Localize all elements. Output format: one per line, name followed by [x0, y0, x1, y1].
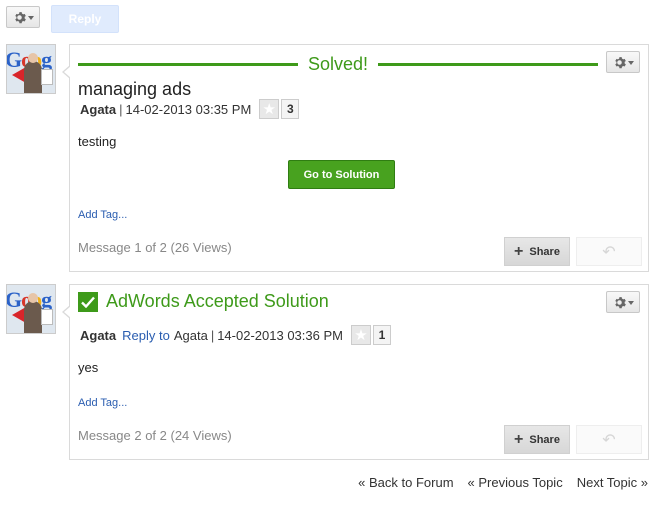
add-tag-link[interactable]: Add Tag...: [78, 397, 127, 409]
go-to-solution-button[interactable]: Go to Solution: [288, 160, 395, 189]
reply-arrow-icon: ↶: [602, 243, 616, 261]
post-options-gear-button[interactable]: [606, 51, 640, 73]
message-count: Message 2 of 2 (24 Views): [78, 428, 232, 443]
reply-post-button[interactable]: ↶: [576, 237, 642, 266]
accepted-solution-label: AdWords Accepted Solution: [106, 291, 329, 311]
message-post: AdWords Accepted Solution Agata Reply to…: [62, 284, 649, 460]
post-body: yes: [78, 360, 99, 375]
reply-to-link[interactable]: Reply to: [122, 328, 170, 343]
meta-separator: |: [119, 101, 123, 117]
add-tag-link[interactable]: Add Tag...: [78, 209, 127, 221]
message-count: Message 1 of 2 (26 Views): [78, 240, 232, 255]
gear-icon: [614, 56, 626, 68]
star-icon: ★: [262, 101, 276, 118]
options-gear-button[interactable]: [6, 6, 40, 28]
reply-button[interactable]: Reply: [51, 5, 119, 33]
share-label: Share: [529, 433, 560, 446]
gear-icon: [14, 11, 26, 23]
avatar[interactable]: Goog: [6, 284, 56, 334]
reply-to-name[interactable]: Agata: [174, 328, 208, 343]
kudo-count[interactable]: 1: [372, 325, 391, 345]
post-options-gear-button[interactable]: [606, 291, 640, 313]
accepted-solution-header: AdWords Accepted Solution: [78, 291, 329, 312]
chevron-down-icon: [27, 15, 34, 20]
share-button[interactable]: + Share: [504, 425, 570, 454]
gear-icon: [614, 296, 626, 308]
kudo-star-button[interactable]: ★: [259, 99, 280, 119]
chevron-down-icon: [627, 60, 634, 65]
post-subject: managing ads: [78, 79, 192, 99]
chevron-down-icon: [627, 300, 634, 305]
share-label: Share: [529, 245, 560, 258]
kudo-count[interactable]: 3: [281, 99, 300, 119]
avatar[interactable]: Goog: [6, 44, 56, 94]
post-body: testing: [78, 134, 117, 149]
share-button[interactable]: + Share: [504, 237, 570, 266]
author-link[interactable]: Agata: [80, 102, 116, 117]
reply-arrow-icon: ↶: [602, 431, 616, 449]
post-meta: Agata | 14-02-2013 03:35 PM ★ 3: [80, 99, 300, 119]
check-icon: [78, 291, 98, 312]
topic-navigation: « Back to Forum « Previous Topic Next To…: [358, 475, 648, 490]
previous-topic-link[interactable]: « Previous Topic: [468, 475, 563, 490]
post-datetime: 14-02-2013 03:36 PM: [217, 327, 343, 343]
reply-post-button[interactable]: ↶: [576, 425, 642, 454]
back-to-forum-link[interactable]: « Back to Forum: [358, 475, 453, 490]
kudo-star-button[interactable]: ★: [350, 325, 371, 345]
message-post: Solved! managing ads Agata | 14-02-2013 …: [62, 44, 649, 272]
post-meta: Agata Reply to Agata | 14-02-2013 03:36 …: [80, 325, 391, 345]
post-datetime: 14-02-2013 03:35 PM: [125, 101, 252, 117]
meta-separator: |: [210, 327, 215, 343]
author-link[interactable]: Agata: [80, 328, 116, 343]
next-topic-link[interactable]: Next Topic »: [577, 475, 648, 490]
plus-icon: +: [514, 430, 524, 448]
solved-banner: Solved!: [78, 53, 599, 74]
star-icon: ★: [354, 327, 368, 344]
solved-label: Solved!: [307, 53, 369, 74]
plus-icon: +: [514, 242, 524, 260]
